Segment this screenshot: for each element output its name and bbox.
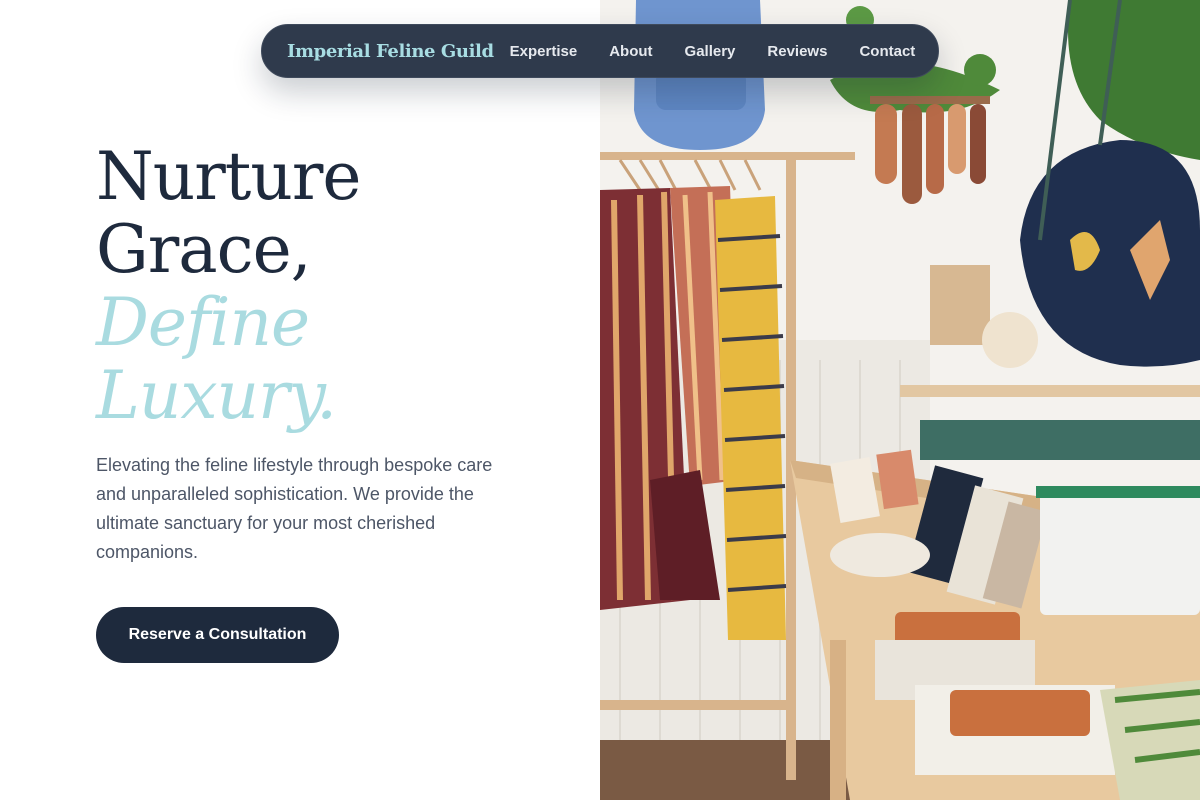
nav-link-about[interactable]: About	[593, 43, 668, 60]
nav-link-expertise[interactable]: Expertise	[494, 43, 594, 60]
nav-link-reviews[interactable]: Reviews	[751, 43, 843, 60]
hero-photo	[600, 0, 1200, 800]
hero-title-line-2: Grace,	[96, 211, 312, 288]
hero-title-line-3: Define	[96, 284, 310, 361]
hero-description: Elevating the feline lifestyle through b…	[96, 455, 493, 562]
boutique-photo-illustration	[600, 0, 1200, 800]
nav-links: Expertise About Gallery Reviews Contact	[494, 43, 916, 60]
nav-link-gallery[interactable]: Gallery	[669, 43, 752, 60]
top-nav: Imperial Feline Guild Expertise About Ga…	[261, 24, 939, 78]
reserve-consultation-button[interactable]: Reserve a Consultation	[96, 607, 339, 663]
hero-title-line-4: Luxury.	[96, 357, 337, 434]
hero-title: Nurture Grace, Define Luxury.	[96, 138, 361, 434]
brand-logo[interactable]: Imperial Feline Guild	[287, 41, 494, 62]
hero-title-line-1: Nurture	[96, 138, 361, 215]
nav-link-contact[interactable]: Contact	[843, 43, 915, 60]
